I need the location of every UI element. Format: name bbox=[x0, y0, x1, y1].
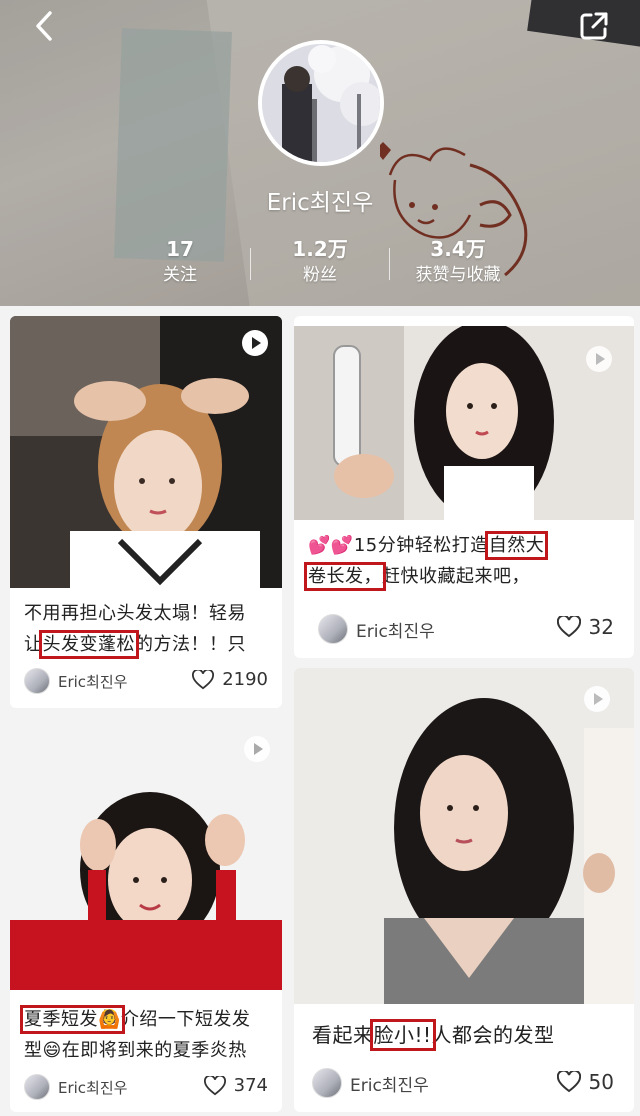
stat-value: 3.4万 bbox=[430, 237, 486, 261]
note-title[interactable]: 💕💕15分钟轻松打造自然大 卷长发，赶快收藏起来吧， bbox=[304, 530, 628, 592]
stat-following[interactable]: 17 关注 bbox=[140, 236, 220, 288]
play-icon bbox=[242, 330, 268, 356]
like-count: 2190 bbox=[222, 669, 268, 690]
note-cover-image[interactable] bbox=[294, 668, 634, 1004]
like-button[interactable]: 32 bbox=[556, 615, 614, 639]
note-cover-image[interactable] bbox=[294, 326, 634, 520]
cover-photo bbox=[294, 668, 634, 1004]
stat-value: 17 bbox=[166, 237, 194, 261]
stat-likes-collects[interactable]: 3.4万 获赞与收藏 bbox=[398, 236, 518, 288]
title-text: 💕💕15分钟轻松打造 bbox=[308, 535, 489, 556]
stat-divider bbox=[389, 248, 390, 280]
cover-photo bbox=[10, 316, 282, 588]
author-avatar bbox=[312, 1068, 342, 1098]
note-author[interactable]: Eric최진우 bbox=[318, 614, 435, 644]
stat-label: 关注 bbox=[163, 265, 197, 285]
author-avatar bbox=[318, 614, 348, 644]
author-name: Eric최진우 bbox=[350, 1075, 429, 1096]
play-icon bbox=[586, 346, 612, 372]
share-icon bbox=[580, 12, 608, 40]
cover-photo bbox=[10, 720, 282, 990]
author-name: Eric최진우 bbox=[58, 1078, 128, 1097]
author-name: Eric최진우 bbox=[58, 672, 128, 691]
avatar-image bbox=[262, 44, 380, 162]
title-highlight: 脸小!! bbox=[369, 1019, 436, 1051]
like-count: 374 bbox=[233, 1075, 268, 1096]
chevron-left-icon bbox=[36, 11, 52, 41]
title-text: 让 bbox=[24, 634, 43, 655]
title-text: 不用再担心头发太塌！轻易 bbox=[24, 603, 246, 624]
heart-icon bbox=[556, 1071, 581, 1093]
author-name: Eric최진우 bbox=[356, 621, 435, 642]
profile-name: Eric최진우 bbox=[266, 190, 374, 216]
stat-label: 粉丝 bbox=[303, 265, 337, 285]
heart-icon bbox=[203, 1075, 226, 1095]
note-card[interactable]: 不用再担心头发太塌！轻易 让头发变蓬松的方法！！只 Eric최진우 2190 bbox=[10, 316, 282, 708]
stat-followers[interactable]: 1.2万 粉丝 bbox=[270, 236, 370, 288]
stat-label: 获赞与收藏 bbox=[415, 265, 501, 285]
title-highlight: 卷长发， bbox=[304, 562, 386, 591]
note-cover-image[interactable] bbox=[10, 316, 282, 588]
note-card[interactable]: 夏季短发🙆介绍一下短发发 型😄在即将到来的夏季炎热 Eric최진우 374 bbox=[10, 720, 282, 1112]
title-text: 看起来 bbox=[312, 1023, 374, 1047]
title-text: 赶快收藏起来吧， bbox=[382, 566, 530, 587]
note-title[interactable]: 看起来脸小!!人都会的发型 bbox=[312, 1019, 622, 1051]
profile-header: Eric최진우 17 关注 1.2万 粉丝 3.4万 获赞与收藏 bbox=[0, 0, 640, 306]
profile-avatar[interactable] bbox=[258, 40, 384, 166]
play-icon bbox=[244, 736, 270, 762]
stat-value: 1.2万 bbox=[292, 237, 348, 261]
note-cover-image[interactable] bbox=[10, 720, 282, 990]
title-highlight: 头发变蓬松 bbox=[38, 630, 139, 659]
heart-icon bbox=[556, 616, 581, 638]
note-author[interactable]: Eric최진우 bbox=[312, 1068, 429, 1098]
like-button[interactable]: 50 bbox=[556, 1070, 614, 1094]
title-highlight: 自然大 bbox=[484, 531, 549, 560]
like-count: 50 bbox=[588, 1070, 614, 1094]
note-card[interactable]: 看起来脸小!!人都会的发型 Eric최진우 50 bbox=[294, 668, 634, 1112]
author-avatar bbox=[24, 668, 50, 694]
title-highlight: 夏季短发🙆 bbox=[20, 1005, 125, 1034]
title-text: 的方法！！只 bbox=[135, 634, 246, 655]
note-author[interactable]: Eric최진우 bbox=[24, 1074, 127, 1100]
play-icon bbox=[584, 686, 610, 712]
note-title[interactable]: 夏季短发🙆介绍一下短发发 型😄在即将到来的夏季炎热 bbox=[20, 1004, 280, 1066]
cover-photo bbox=[294, 326, 634, 520]
heart-icon bbox=[192, 669, 215, 689]
like-button[interactable]: 374 bbox=[203, 1075, 268, 1096]
profile-stats: 17 关注 1.2万 粉丝 3.4万 获赞与收藏 bbox=[0, 236, 640, 292]
title-text: 介绍一下短发发 bbox=[120, 1009, 251, 1030]
title-text: 人都会的发型 bbox=[431, 1023, 555, 1047]
like-button[interactable]: 2190 bbox=[192, 669, 268, 690]
note-author[interactable]: Eric최진우 bbox=[24, 668, 127, 694]
note-title[interactable]: 不用再担心头发太塌！轻易 让头发变蓬松的方法！！只 bbox=[24, 598, 274, 660]
share-button[interactable] bbox=[576, 8, 612, 44]
back-button[interactable] bbox=[26, 8, 62, 44]
like-count: 32 bbox=[588, 615, 614, 639]
author-avatar bbox=[24, 1074, 50, 1100]
title-text: 型😄在即将到来的夏季炎热 bbox=[24, 1040, 247, 1061]
stat-divider bbox=[250, 248, 251, 280]
note-card[interactable]: 💕💕15分钟轻松打造自然大 卷长发，赶快收藏起来吧， Eric최진우 32 bbox=[294, 316, 634, 658]
